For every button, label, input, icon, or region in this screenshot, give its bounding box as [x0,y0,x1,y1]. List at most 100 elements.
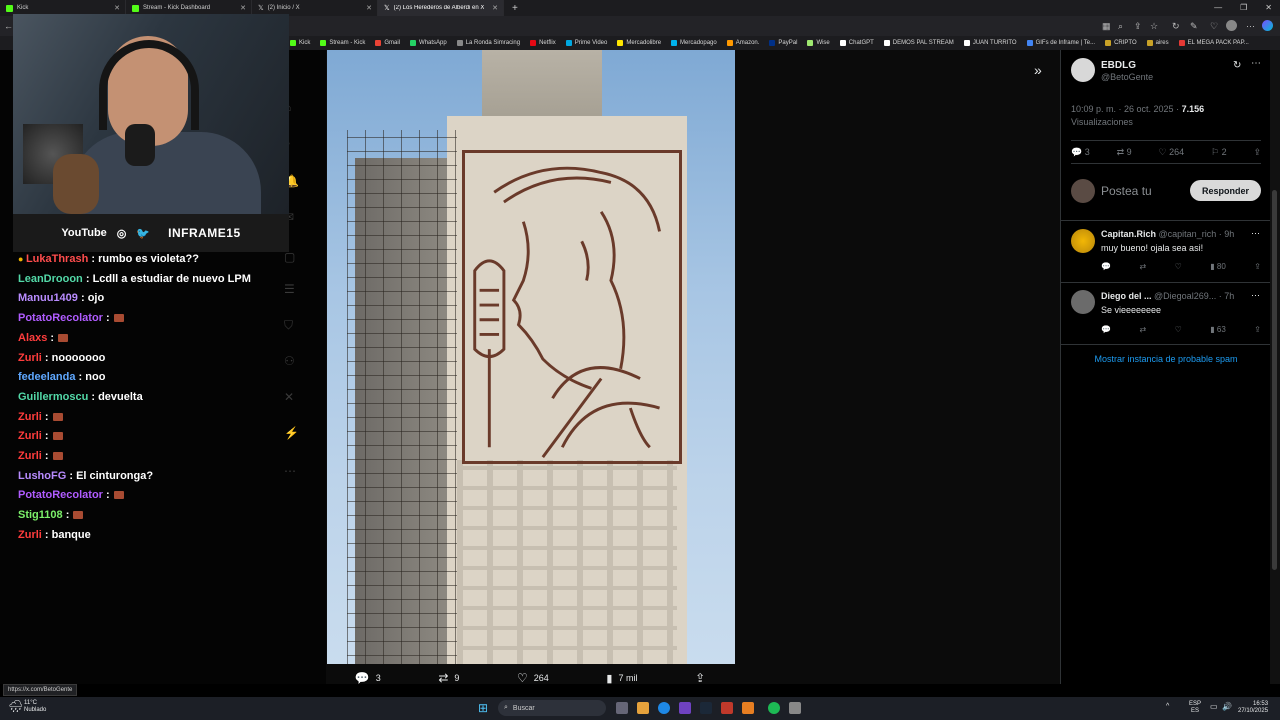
clock-time[interactable]: 16:53 [1238,701,1268,708]
chat-username[interactable]: Guillermoscu [18,391,88,403]
close-window-icon[interactable]: ✕ [1265,3,1272,12]
bookmark-item[interactable]: EL MEGA PACK PAP... [1178,40,1249,46]
reply-button[interactable]: 💬 3 [355,671,381,685]
zoom-icon[interactable]: ⌕ [1118,21,1123,32]
volume-icon[interactable]: 🔊 [1222,702,1232,711]
refresh-icon[interactable]: ↻ [1172,21,1180,32]
bookmark-item[interactable]: Netflix [530,40,556,46]
show-spam-link[interactable]: Mostrar instancia de probable spam [1061,354,1271,364]
expand-panel-button[interactable]: » [1034,62,1042,78]
back-icon[interactable]: ← [4,21,13,31]
translate-icon[interactable]: ▦ [1102,21,1111,32]
repost-button[interactable]: ⇄ 9 [438,671,459,685]
minimize-icon[interactable]: — [1214,3,1222,12]
post-timestamp[interactable]: 10:09 p. m. · 26 oct. 2025 · [1071,104,1179,114]
chat-username[interactable]: PotatoRecolator [18,312,103,324]
avatar[interactable] [1071,58,1095,82]
reply-handle[interactable]: @Diegoal269... · 7h [1154,291,1234,301]
app-icon[interactable] [742,702,754,714]
network-icon[interactable]: ▭ [1210,702,1218,711]
star-icon[interactable]: ☆ [1150,21,1158,32]
reply-input[interactable]: Postea tu [1101,184,1152,198]
bookmark-item[interactable]: Kick [290,40,310,46]
discord-icon[interactable] [679,702,691,714]
copilot-icon[interactable] [1262,20,1273,31]
menu-icon[interactable]: ⋯ [1246,21,1255,32]
repost-stat[interactable]: ⇄ 9 [1117,147,1132,158]
language-indicator[interactable]: ESP [1189,701,1201,708]
share-icon[interactable]: ⇪ [1253,147,1261,158]
bookmark-stat[interactable]: ⚐ 2 [1211,147,1227,158]
maximize-icon[interactable]: ❐ [1240,3,1247,12]
like-stat[interactable]: ♡ 264 [1159,147,1185,158]
chat-username[interactable]: PotatoRecolator [18,489,103,501]
heart-icon[interactable]: ♡ [1175,325,1182,334]
edge-icon[interactable] [658,702,670,714]
bookmark-item[interactable]: Stream - Kick [320,40,365,46]
weather-icon[interactable]: 🌧 [8,699,23,713]
new-tab-button[interactable]: + [512,3,518,14]
reply-submit-button[interactable]: Responder [1190,180,1261,201]
close-icon[interactable]: ✕ [492,4,498,12]
close-icon[interactable]: ✕ [366,4,372,12]
chat-username[interactable]: Stig1108 [18,509,63,521]
bookmark-item[interactable]: aires [1146,40,1169,46]
bookmark-item[interactable]: Mercadopago [671,40,717,46]
chat-username[interactable]: Alaxs [18,332,47,344]
close-icon[interactable]: ✕ [240,4,246,12]
close-icon[interactable]: ✕ [114,4,120,12]
bookmark-item[interactable]: La Ronda Simracing [456,40,520,46]
reply-author[interactable]: Capitan.Rich [1101,229,1156,239]
windows-start-icon[interactable]: ⊞ [478,701,488,715]
bookmark-item[interactable]: Mercadolibre [617,40,661,46]
chat-username[interactable]: LeanDrooon [18,273,83,285]
like-button[interactable]: ♡ 264 [517,671,549,685]
spotify-icon[interactable] [768,702,780,714]
repost-icon[interactable]: ⇄ [1139,262,1146,271]
bookmark-item[interactable]: Prime Video [565,40,607,46]
chat-username[interactable]: fedeelanda [18,371,75,383]
scrollbar-thumb[interactable] [1272,190,1277,570]
repost-icon[interactable]: ⇄ [1139,325,1146,334]
grok-icon[interactable]: ↻ [1233,60,1241,71]
tab-x-post[interactable]: 𝕏 (2) Los Herederos de Alberdi en X ✕ [378,0,504,16]
bookmark-item[interactable]: WhatsApp [410,40,447,46]
heart-icon[interactable]: ♡ [1175,262,1182,271]
chat-username[interactable]: LukaThrash [26,253,88,265]
bookmark-item[interactable]: Wise [807,40,830,46]
chat-username[interactable]: Zurli [18,430,42,442]
reply-stat[interactable]: 💬 3 [1071,147,1090,158]
extensions-icon[interactable]: ✎ [1190,21,1198,32]
profile-avatar[interactable] [1226,20,1237,31]
chat-username[interactable]: Zurli [18,450,42,462]
clock-date[interactable]: 27/10/2025 [1238,708,1268,715]
share-icon[interactable]: ⇪ [1254,262,1261,271]
reply-icon[interactable]: 💬 [1101,325,1111,334]
share-button[interactable]: ⇪ [695,671,705,685]
tray-chevron-icon[interactable]: ^ [1166,703,1169,710]
app-icon[interactable] [789,702,801,714]
chat-username[interactable]: Manuu1409 [18,292,78,304]
reply-author[interactable]: Diego del ... [1101,291,1152,301]
bookmark-item[interactable]: JUAN TURRITO [963,40,1017,46]
bookmark-item[interactable]: GIFs de Inframe | Te... [1026,40,1095,46]
reply-handle[interactable]: @capitan_rich · 9h [1159,229,1235,239]
views-stat[interactable]: ▮ 63 [1210,325,1226,334]
bookmark-item[interactable]: DEMOS PAL STREAM [883,40,954,46]
avatar[interactable] [1071,290,1095,314]
scrollbar[interactable] [1270,50,1280,684]
steam-icon[interactable] [700,702,712,714]
avatar[interactable] [1071,229,1095,253]
author-name[interactable]: EBDLG [1101,60,1136,71]
weather-desc[interactable]: Nublado [24,707,46,714]
bookmark-item[interactable]: PayPal [769,40,797,46]
more-icon[interactable]: ⋯ [1251,290,1260,301]
chat-username[interactable]: Zurli [18,529,42,541]
bookmark-item[interactable]: ChatGPT [839,40,874,46]
more-icon[interactable]: ⋯ [1251,228,1260,239]
post-photo[interactable] [327,50,735,664]
bookmark-item[interactable]: Gmail [375,40,400,46]
share-icon[interactable]: ⇪ [1254,325,1261,334]
favorites-icon[interactable]: ♡ [1210,21,1218,32]
reply-icon[interactable]: 💬 [1101,262,1111,271]
